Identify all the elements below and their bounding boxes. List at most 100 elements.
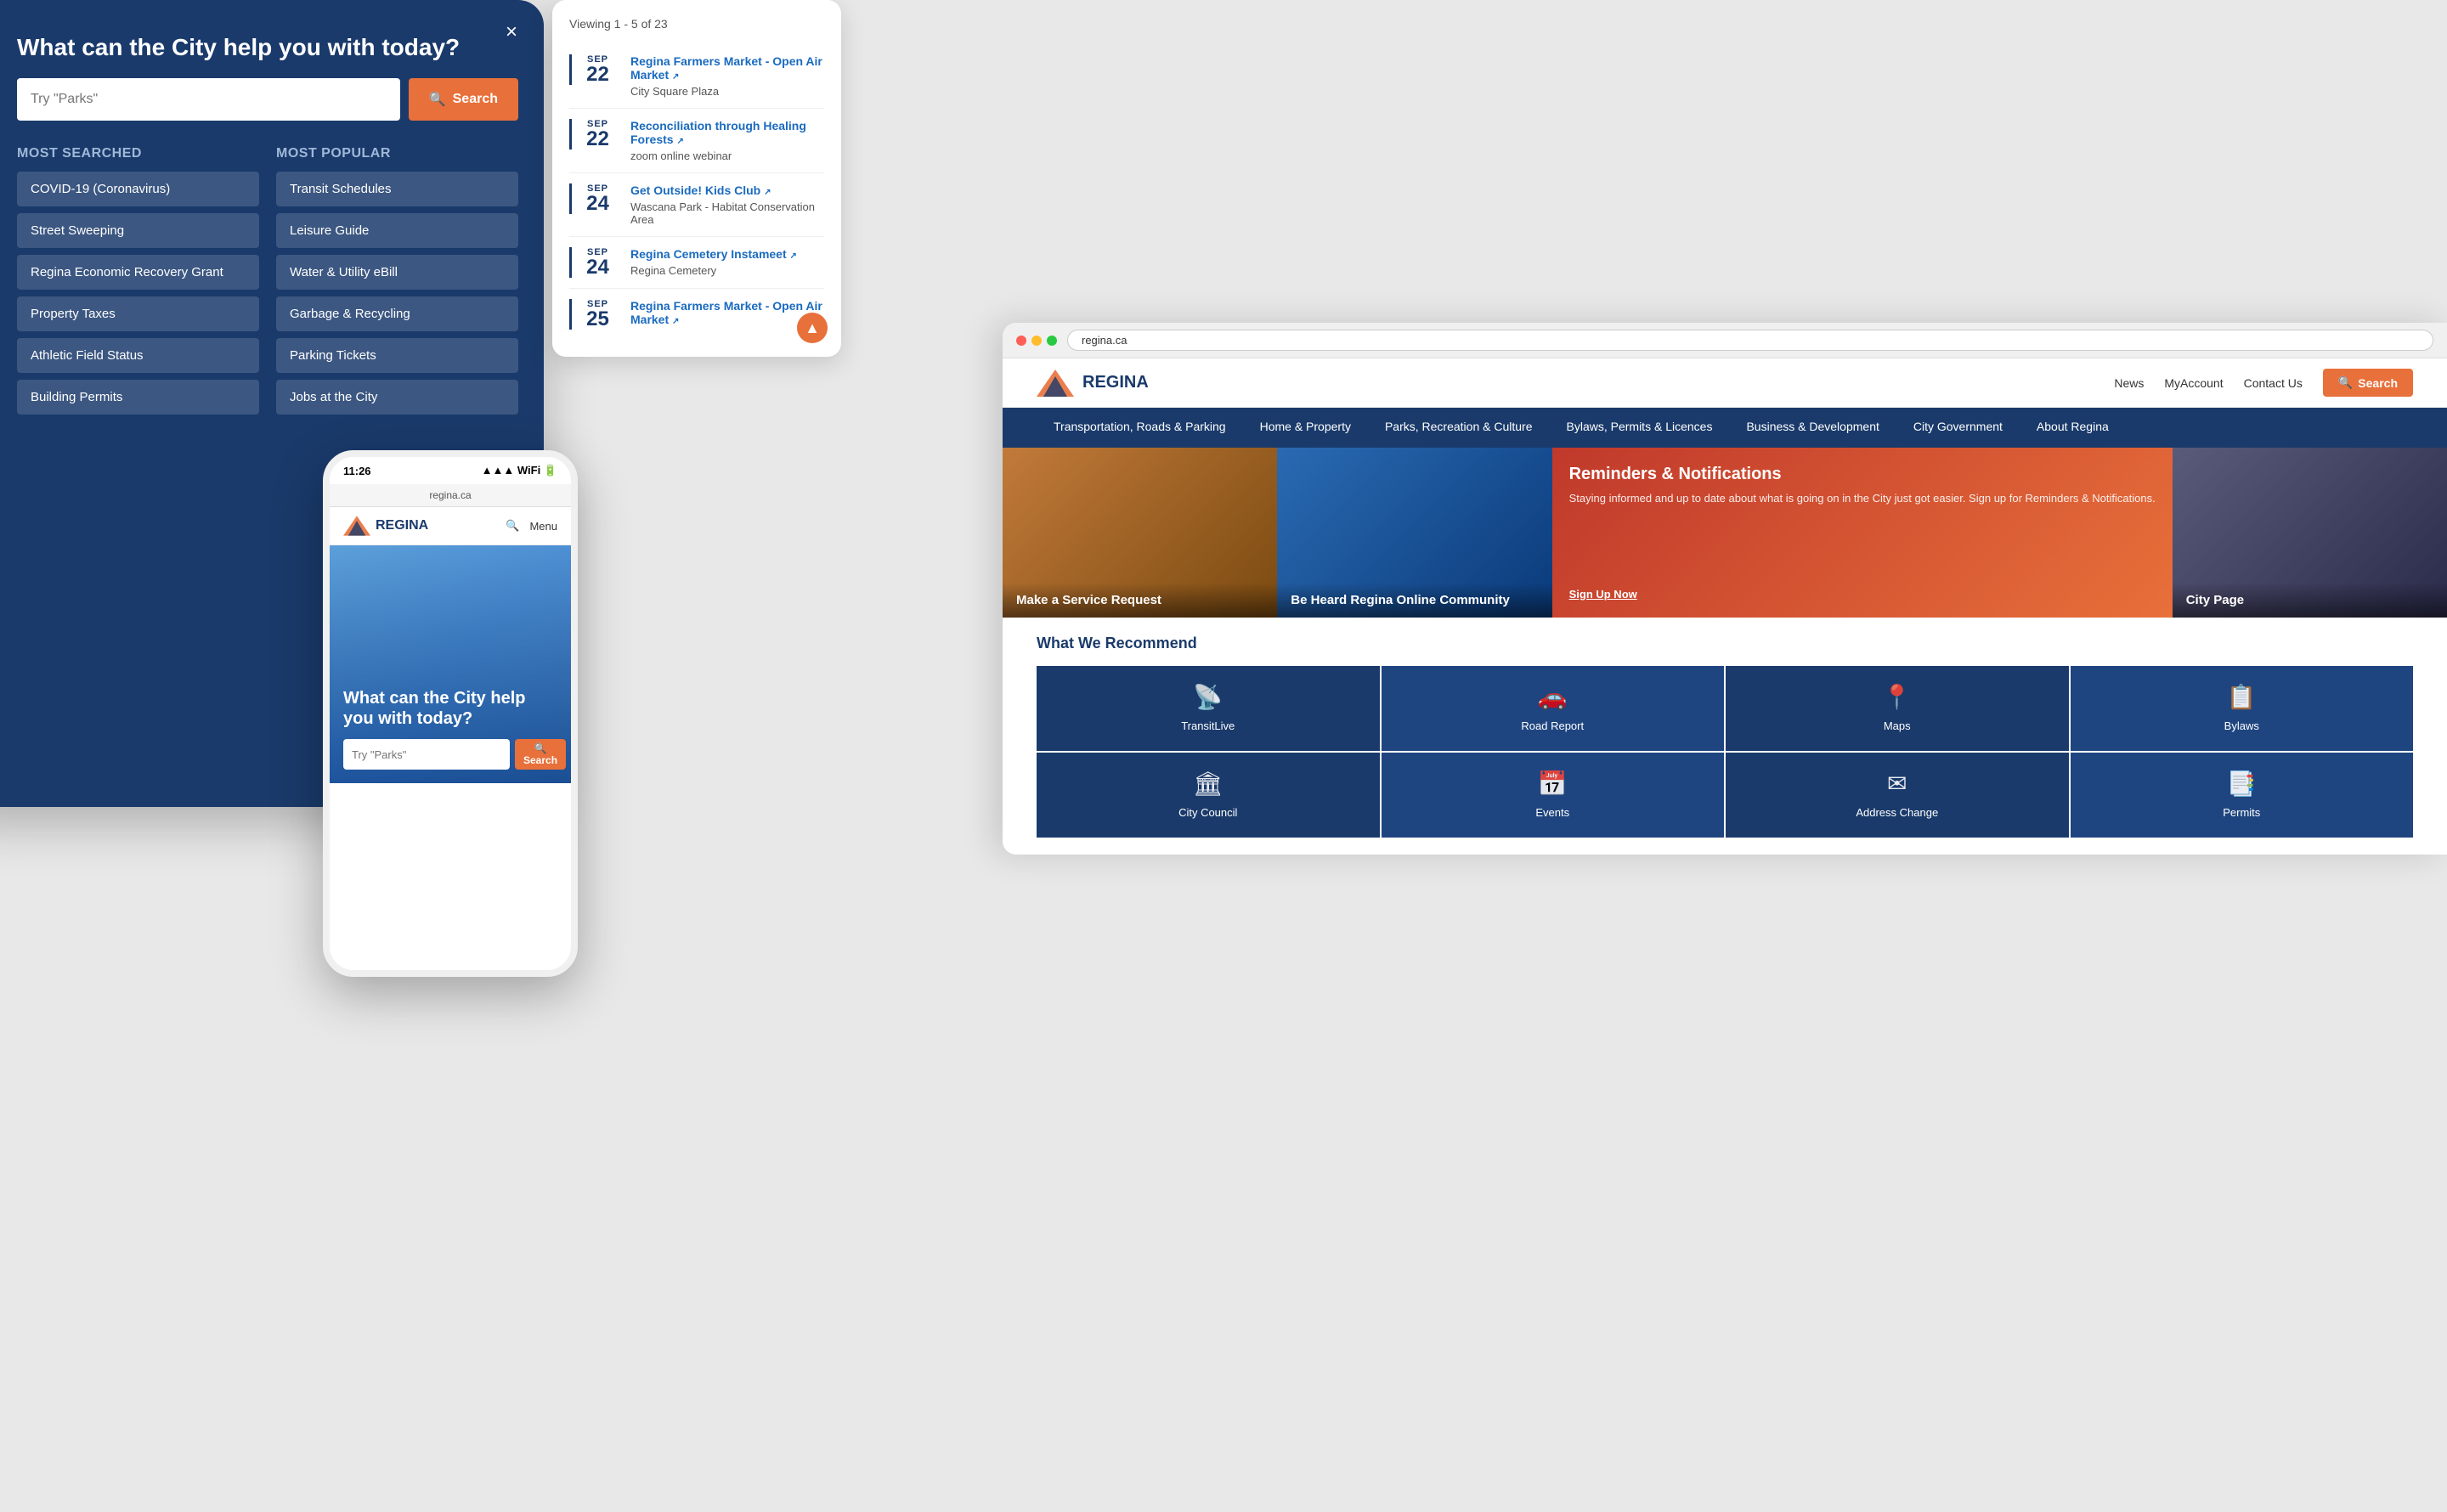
phone-hero-overlay: What can the City help you with today? 🔍… (330, 545, 571, 783)
tablet-search-button[interactable]: 🔍 Search (409, 78, 518, 121)
event-day: 24 (579, 194, 617, 214)
recommend-item[interactable]: 📅 Events (1382, 753, 1725, 838)
most-popular-item[interactable]: Water & Utility eBill (276, 255, 518, 290)
phone-nav: REGINA 🔍 Menu (330, 507, 571, 545)
recommend-icon: 📍 (1882, 683, 1912, 711)
phone-logo: REGINA (343, 516, 428, 536)
recommend-title: What We Recommend (1037, 635, 2413, 652)
hero-slide-service-request[interactable]: Make a Service Request (1003, 448, 1277, 618)
event-title[interactable]: Get Outside! Kids Club ↗ (630, 183, 824, 197)
browser-close-dot[interactable] (1016, 336, 1026, 346)
recommend-icon: 📅 (1538, 770, 1568, 798)
event-date: SEP 24 (569, 183, 617, 214)
most-popular-item[interactable]: Parking Tickets (276, 338, 518, 373)
site-logo-text: REGINA (1082, 373, 1149, 392)
event-title[interactable]: Reconciliation through Healing Forests ↗ (630, 119, 824, 146)
tablet-close-button[interactable]: × (496, 17, 527, 48)
recommend-item[interactable]: 📑 Permits (2071, 753, 2414, 838)
reminders-title: Reminders & Notifications (1569, 465, 2156, 484)
recommend-label: City Council (1178, 806, 1237, 819)
phone-search-input[interactable] (343, 739, 510, 770)
site-nav-item[interactable]: City Government (1896, 408, 2020, 448)
hero-slide-2-label: Be Heard Regina Online Community (1277, 583, 1551, 618)
event-title[interactable]: Regina Cemetery Instameet ↗ (630, 247, 797, 261)
site-nav-item[interactable]: Bylaws, Permits & Licences (1550, 408, 1730, 448)
most-popular-item[interactable]: Garbage & Recycling (276, 296, 518, 331)
tablet-title: What can the City help you with today? (17, 34, 518, 61)
recommend-item[interactable]: 📋 Bylaws (2071, 666, 2414, 751)
most-searched-column: Most Searched COVID-19 (Coronavirus)Stre… (17, 146, 259, 421)
header-contact-link[interactable]: Contact Us (2244, 376, 2303, 390)
most-popular-title: Most Popular (276, 146, 518, 161)
site-nav-item[interactable]: Business & Development (1729, 408, 1896, 448)
event-title[interactable]: Regina Farmers Market - Open Air Market … (630, 299, 824, 326)
most-searched-item[interactable]: Athletic Field Status (17, 338, 259, 373)
events-scroll-up-button[interactable]: ▲ (797, 313, 828, 343)
tablet-search-input[interactable] (17, 78, 400, 121)
phone-search-icon[interactable]: 🔍 (506, 519, 519, 533)
event-date: SEP 24 (569, 247, 617, 278)
search-icon: 🔍 (429, 91, 446, 108)
reminders-text: Staying informed and up to date about wh… (1569, 491, 2156, 506)
browser-url-bar[interactable]: regina.ca (1067, 330, 2433, 351)
events-viewing-count: Viewing 1 - 5 of 23 (569, 17, 824, 31)
recommend-item[interactable]: 📡 TransitLive (1037, 666, 1380, 751)
event-location: Wascana Park - Habitat Conservation Area (630, 200, 824, 226)
phone-menu-button[interactable]: Menu (529, 520, 557, 533)
events-panel: Viewing 1 - 5 of 23 SEP 22 Regina Farmer… (552, 0, 841, 357)
most-popular-item[interactable]: Transit Schedules (276, 172, 518, 206)
site-nav-item[interactable]: About Regina (2020, 408, 2126, 448)
recommend-item[interactable]: 🏛 City Council (1037, 753, 1380, 838)
event-location: zoom online webinar (630, 150, 824, 162)
recommend-icon: 🏛 (1193, 770, 1224, 798)
event-date: SEP 22 (569, 54, 617, 85)
event-day: 22 (579, 129, 617, 150)
event-item: SEP 24 Get Outside! Kids Club ↗ Wascana … (569, 173, 824, 237)
hero-slide-3-label: City Page (2173, 583, 2447, 618)
recommend-icon: ✉ (1887, 770, 1907, 798)
most-searched-item[interactable]: Property Taxes (17, 296, 259, 331)
most-searched-item[interactable]: COVID-19 (Coronavirus) (17, 172, 259, 206)
reminders-signup-link[interactable]: Sign Up Now (1569, 588, 2156, 601)
hero-slide-city-page[interactable]: City Page (2173, 448, 2447, 618)
phone-signals: ▲▲▲ WiFi 🔋 (482, 464, 557, 477)
phone-hero-image: What can the City help you with today? 🔍… (330, 545, 571, 783)
phone-status-bar: 11:26 ▲▲▲ WiFi 🔋 (330, 457, 571, 484)
most-popular-item[interactable]: Leisure Guide (276, 213, 518, 248)
site-nav-item[interactable]: Home & Property (1243, 408, 1368, 448)
phone-search-button[interactable]: 🔍 Search (515, 739, 566, 770)
recommend-label: Address Change (1856, 806, 1938, 819)
browser-maximize-dot[interactable] (1047, 336, 1057, 346)
event-details: Regina Farmers Market - Open Air Market … (630, 54, 824, 98)
close-icon: × (506, 20, 517, 44)
most-popular-item[interactable]: Jobs at the City (276, 380, 518, 415)
recommend-item[interactable]: 🚗 Road Report (1382, 666, 1725, 751)
event-title[interactable]: Regina Farmers Market - Open Air Market … (630, 54, 824, 82)
event-item: SEP 25 Regina Farmers Market - Open Air … (569, 289, 824, 340)
most-searched-item[interactable]: Building Permits (17, 380, 259, 415)
event-location: City Square Plaza (630, 85, 824, 98)
event-item: SEP 24 Regina Cemetery Instameet ↗ Regin… (569, 237, 824, 289)
phone-logo-text: REGINA (376, 518, 428, 533)
hero-slide-be-heard[interactable]: Be Heard Regina Online Community (1277, 448, 1551, 618)
event-details: Get Outside! Kids Club ↗ Wascana Park - … (630, 183, 824, 226)
most-searched-item[interactable]: Regina Economic Recovery Grant (17, 255, 259, 290)
phone-nav-right: 🔍 Menu (506, 519, 557, 533)
site-nav-item[interactable]: Transportation, Roads & Parking (1037, 408, 1243, 448)
browser-window-controls (1016, 336, 1057, 346)
header-news-link[interactable]: News (2114, 376, 2144, 390)
site-search-button[interactable]: 🔍 Search (2323, 369, 2413, 397)
event-details: Reconciliation through Healing Forests ↗… (630, 119, 824, 162)
recommend-icon: 📑 (2227, 770, 2257, 798)
header-myaccount-link[interactable]: MyAccount (2164, 376, 2223, 390)
hero-reminders-block: Reminders & Notifications Staying inform… (1552, 448, 2173, 618)
event-details: Regina Farmers Market - Open Air Market … (630, 299, 824, 330)
recommend-item[interactable]: 📍 Maps (1726, 666, 2069, 751)
event-date: SEP 25 (569, 299, 617, 330)
most-searched-item[interactable]: Street Sweeping (17, 213, 259, 248)
browser-minimize-dot[interactable] (1031, 336, 1042, 346)
recommend-item[interactable]: ✉ Address Change (1726, 753, 2069, 838)
site-nav-item[interactable]: Parks, Recreation & Culture (1368, 408, 1550, 448)
tablet-columns: Most Searched COVID-19 (Coronavirus)Stre… (17, 146, 518, 421)
recommend-section: What We Recommend 📡 TransitLive 🚗 Road R… (1003, 618, 2447, 855)
